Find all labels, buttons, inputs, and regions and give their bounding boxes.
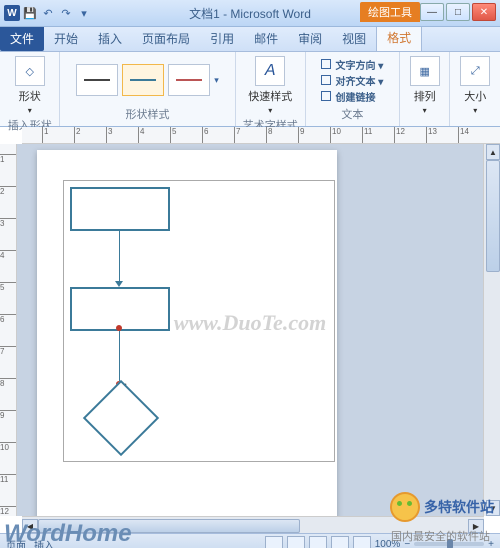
ribbon-tabs: 文件 开始 插入 页面布局 引用 邮件 审阅 视图 格式 — [0, 27, 500, 52]
flowchart-process-1[interactable] — [70, 187, 170, 231]
group-label-text: 文本 — [341, 106, 363, 124]
view-fullscreen-button[interactable] — [287, 536, 305, 548]
group-arrange: ▦ 排列 ▾ — [400, 52, 451, 126]
view-draft-button[interactable] — [353, 536, 371, 548]
shape-style-3[interactable] — [168, 64, 210, 96]
minimize-button[interactable]: — — [420, 3, 444, 21]
bottom-brand-text: WordHome — [4, 520, 132, 548]
undo-icon[interactable]: ↶ — [40, 5, 56, 21]
create-link-button[interactable]: 创建链接 — [321, 89, 383, 104]
scroll-thumb[interactable] — [486, 160, 500, 272]
tab-view[interactable]: 视图 — [332, 26, 376, 51]
align-text-button[interactable]: 对齐文本 ▾ — [321, 73, 383, 88]
shape-style-1[interactable] — [76, 64, 118, 96]
tab-review[interactable]: 审阅 — [288, 26, 332, 51]
watermark-text: www.DuoTe.com — [174, 310, 326, 336]
qat-more-icon[interactable]: ▾ — [76, 5, 92, 21]
horizontal-ruler[interactable]: 1234567891011121314 — [22, 127, 500, 144]
page-viewport[interactable]: ↖ www.DuoTe.com — [17, 144, 483, 516]
view-print-layout-button[interactable] — [265, 536, 283, 548]
tab-home[interactable]: 开始 — [44, 26, 88, 51]
contextual-tab-label: 绘图工具 — [360, 2, 420, 22]
group-text: 文字方向 ▾ 对齐文本 ▾ 创建链接 文本 — [306, 52, 400, 126]
chevron-down-icon: ▾ — [423, 106, 427, 115]
shapes-label: 形状 — [19, 88, 41, 104]
scroll-up-button[interactable]: ▲ — [486, 144, 500, 160]
tab-mailings[interactable]: 邮件 — [244, 26, 288, 51]
chevron-down-icon: ▾ — [28, 106, 32, 115]
size-label: 大小 — [464, 88, 486, 104]
size-button[interactable]: ⤢ 大小 ▾ — [456, 54, 494, 117]
group-wordart-styles: A 快速样式 ▾ 艺术字样式 — [236, 52, 306, 126]
title-bar: W 💾 ↶ ↷ ▾ 文档1 - Microsoft Word 绘图工具 — □ … — [0, 0, 500, 27]
group-shape-styles: ▾ 形状样式 — [60, 52, 235, 126]
quick-styles-label: 快速样式 — [248, 88, 292, 104]
chevron-down-icon: ▾ — [268, 106, 272, 115]
vertical-scrollbar[interactable]: ▲ ▼ — [483, 144, 500, 516]
foot-note-text: 国内最安全的软件站 — [391, 528, 490, 544]
mascot-icon — [390, 492, 420, 522]
shape-style-2[interactable] — [122, 64, 164, 96]
word-app-icon[interactable]: W — [4, 5, 20, 21]
arrange-button[interactable]: ▦ 排列 ▾ — [406, 54, 444, 117]
window-title: 文档1 - Microsoft Word — [189, 5, 311, 22]
maximize-button[interactable]: □ — [446, 3, 470, 21]
tab-references[interactable]: 引用 — [200, 26, 244, 51]
arrange-icon: ▦ — [410, 56, 440, 86]
chevron-down-icon: ▾ — [473, 106, 477, 115]
shapes-button[interactable]: ◇ 形状 ▾ — [11, 54, 49, 117]
shapes-icon: ◇ — [15, 56, 45, 86]
quick-styles-button[interactable]: A 快速样式 ▾ — [244, 54, 296, 117]
arrange-label: 排列 — [414, 88, 436, 104]
view-outline-button[interactable] — [331, 536, 349, 548]
save-icon[interactable]: 💾 — [22, 5, 38, 21]
flowchart-connector-1[interactable] — [119, 229, 120, 283]
tab-layout[interactable]: 页面布局 — [132, 26, 200, 51]
redo-icon[interactable]: ↷ — [58, 5, 74, 21]
flowchart-connector-2[interactable] — [119, 331, 120, 383]
tab-format[interactable]: 格式 — [376, 24, 422, 51]
vertical-ruler[interactable]: 123456789101112 — [0, 144, 17, 516]
size-icon: ⤢ — [460, 56, 490, 86]
window-controls: — □ ✕ — [420, 3, 496, 21]
tab-file[interactable]: 文件 — [0, 26, 44, 51]
quick-access-toolbar: W 💾 ↶ ↷ ▾ — [0, 5, 92, 21]
close-button[interactable]: ✕ — [472, 3, 496, 21]
group-label-shape-styles: 形状样式 — [125, 106, 169, 124]
gallery-more-icon[interactable]: ▾ — [214, 75, 219, 86]
side-brand-badge: 多特软件站 — [390, 492, 494, 522]
text-direction-button[interactable]: 文字方向 ▾ — [321, 57, 383, 72]
wordart-icon: A — [255, 56, 285, 86]
view-web-button[interactable] — [309, 536, 327, 548]
group-size: ⤢ 大小 ▾ — [450, 52, 500, 126]
group-insert-shapes: ◇ 形状 ▾ 插入形状 — [0, 52, 60, 126]
tab-insert[interactable]: 插入 — [88, 26, 132, 51]
document-area: 123456789101112 ↖ www.DuoTe.com ▲ ▼ — [0, 144, 500, 516]
flowchart-decision[interactable] — [83, 380, 159, 456]
side-brand-text: 多特软件站 — [424, 497, 494, 517]
ribbon: ◇ 形状 ▾ 插入形状 ▾ 形状样式 A 快速样式 ▾ 艺术字样式 文字方 — [0, 52, 500, 127]
